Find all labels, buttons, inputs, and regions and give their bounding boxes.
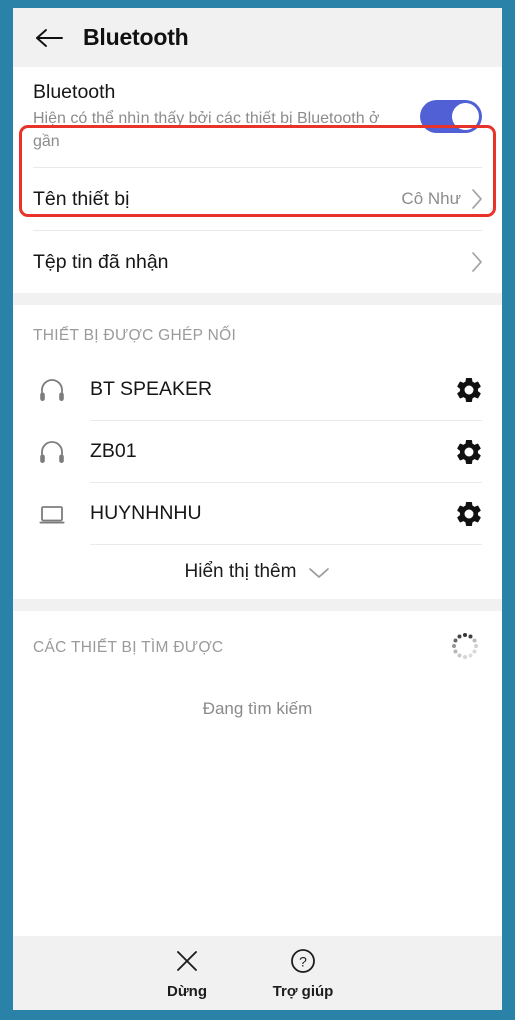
phone-screen: Bluetooth Bluetooth Hiện có thể nhìn thấ… (13, 8, 502, 1010)
bluetooth-switch-row[interactable]: Bluetooth Hiện có thể nhìn thấy bởi các … (13, 67, 502, 167)
bluetooth-toggle[interactable] (420, 99, 482, 133)
gear-icon[interactable] (454, 499, 484, 529)
settings-row-device-name[interactable]: Tên thiết bị Cô Như (13, 168, 502, 230)
settings-row-label: Tên thiết bị (33, 187, 130, 210)
gear-icon[interactable] (454, 437, 484, 467)
bluetooth-switch-title: Bluetooth (33, 81, 116, 103)
chevron-right-icon (471, 188, 484, 210)
bluetooth-toggle-knob (452, 102, 479, 130)
chevron-right-icon (471, 251, 484, 273)
paired-device-name: BT SPEAKER (90, 378, 213, 400)
close-x-icon (173, 946, 201, 976)
settings-row-value: Cô Như (401, 189, 461, 208)
section-gap (13, 599, 502, 611)
help-button-label: Trợ giúp (272, 983, 334, 1000)
page-title: Bluetooth (83, 24, 189, 50)
paired-section-header: THIẾT BỊ ĐƯỢC GHÉP NỐI (13, 305, 502, 359)
app-bar: Bluetooth (13, 8, 502, 67)
available-devices-card: CÁC THIẾT BỊ TÌM ĐƯỢC Đang tìm kiếm (13, 611, 502, 745)
settings-row-label: Tệp tin đã nhận (33, 250, 169, 273)
available-section-title: CÁC THIẾT BỊ TÌM ĐƯỢC (33, 639, 224, 656)
loading-spinner-icon (452, 633, 482, 663)
paired-device-row[interactable]: BT SPEAKER (13, 359, 502, 420)
svg-text:?: ? (299, 954, 307, 970)
paired-device-name: HUYNHNHU (90, 502, 202, 524)
gear-icon[interactable] (454, 375, 484, 405)
question-circle-icon: ? (289, 946, 317, 976)
paired-device-row[interactable]: HUYNHNHU (13, 483, 502, 544)
bluetooth-switch-texts: Bluetooth Hiện có thể nhìn thấy bởi các … (33, 79, 420, 153)
arrow-left-icon (34, 26, 64, 50)
help-button[interactable]: ? Trợ giúp (245, 946, 361, 1000)
section-gap (13, 293, 502, 305)
headphones-icon (35, 373, 69, 407)
show-more-button[interactable]: Hiển thị thêm (13, 545, 502, 599)
stop-button[interactable]: Dừng (129, 946, 245, 1000)
bottom-action-bar: Dừng ? Trợ giúp (13, 936, 502, 1010)
back-button[interactable] (27, 16, 71, 60)
available-section-header: CÁC THIẾT BỊ TÌM ĐƯỢC (13, 611, 502, 677)
photo-frame: Bluetooth Bluetooth Hiện có thể nhìn thấ… (0, 0, 515, 1020)
headphones-icon (35, 435, 69, 469)
chevron-down-icon (308, 566, 330, 579)
searching-status-text: Đang tìm kiếm (202, 699, 313, 718)
settings-row-received-files[interactable]: Tệp tin đã nhận (13, 231, 502, 293)
paired-section-title: THIẾT BỊ ĐƯỢC GHÉP NỐI (33, 327, 237, 344)
laptop-icon (35, 497, 69, 531)
bluetooth-switch-card: Bluetooth Hiện có thể nhìn thấy bởi các … (13, 67, 502, 293)
show-more-label: Hiển thị thêm (184, 561, 297, 582)
settings-scroll-area: Bluetooth Hiện có thể nhìn thấy bởi các … (13, 67, 502, 936)
stop-button-label: Dừng (166, 983, 208, 1000)
paired-device-name: ZB01 (90, 440, 137, 462)
paired-devices-card: THIẾT BỊ ĐƯỢC GHÉP NỐI BT SPEAKER ZB01 H… (13, 305, 502, 599)
paired-device-row[interactable]: ZB01 (13, 421, 502, 482)
bluetooth-switch-subtitle: Hiện có thể nhìn thấy bởi các thiết bị B… (33, 110, 380, 150)
